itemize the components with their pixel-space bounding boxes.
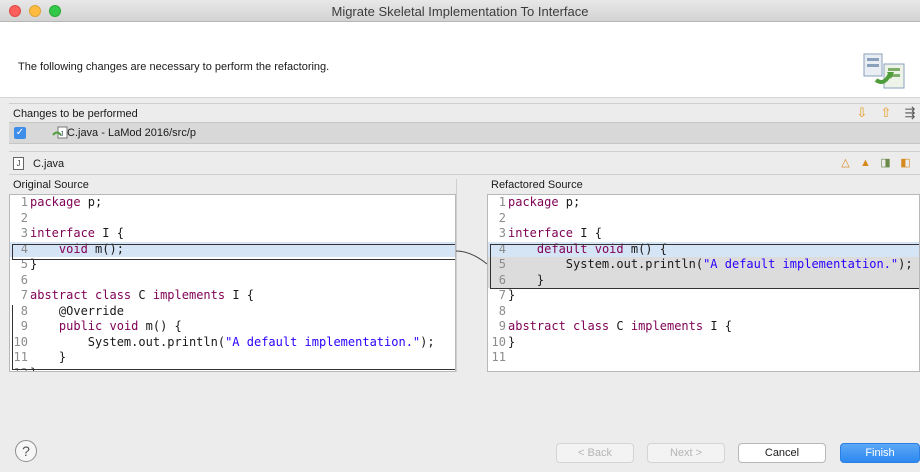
change-checkbox[interactable]: ✓ [14, 127, 26, 139]
button-bar: ? < Back Next > Cancel Finish [0, 372, 920, 472]
code-line: 7 abstract class C implements I { [20, 288, 254, 302]
code-line: 2 [498, 210, 506, 225]
diff-region-box [12, 244, 455, 260]
original-source-pane[interactable]: 1 package p; 2 3 interface I { 4 void m();… [9, 194, 456, 372]
previous-change-arrow-icon[interactable]: ⇧ [879, 106, 893, 120]
code-line: 7} [498, 288, 516, 302]
svg-text:J: J [60, 131, 64, 138]
code-line: 6 [20, 272, 28, 287]
code-line: 3 interface I { [498, 226, 602, 240]
cancel-button[interactable]: Cancel [738, 443, 826, 463]
original-source-label: Original Source [13, 179, 89, 191]
refactored-source-pane[interactable]: 1 package p; 2 3 interface I { 4 default v… [487, 194, 920, 372]
changes-label: Changes to be performed [13, 108, 138, 120]
refactor-wizard-icon [863, 53, 905, 89]
header-message: The following changes are necessary to p… [18, 61, 330, 73]
code-line: 3 interface I { [20, 226, 124, 240]
code-line: 11 [491, 350, 506, 364]
diff-region-box [12, 305, 455, 370]
help-icon[interactable]: ? [15, 440, 37, 462]
code-line: 10} [491, 334, 516, 349]
changes-section-header: Changes to be performed ⇩ ⇧ ⇶ [9, 103, 920, 122]
diff-region-box [490, 244, 919, 289]
wizard-header: The following changes are necessary to p… [0, 22, 920, 98]
next-change-arrow-icon[interactable]: ⇩ [855, 106, 869, 120]
compare-file-header: J C.java △ ▲ ◨ ◧ [9, 151, 920, 175]
window-title: Migrate Skeletal Implementation To Inter… [331, 4, 589, 19]
changes-tree[interactable]: ✓ J C.java - LaMod 2016/src/p [9, 122, 920, 144]
code-line: 1 package p; [20, 195, 103, 209]
back-button[interactable]: < Back [556, 443, 634, 463]
diff-connector-lines [456, 250, 487, 265]
refactoring-dialog: Migrate Skeletal Implementation To Inter… [0, 0, 920, 472]
refactored-source-label: Refactored Source [491, 179, 583, 191]
code-line: 8 [498, 303, 506, 318]
next-difference-icon[interactable]: △ [838, 156, 853, 171]
finish-button[interactable]: Finish [840, 443, 920, 463]
previous-difference-icon[interactable]: ▲ [858, 156, 873, 171]
title-bar: Migrate Skeletal Implementation To Inter… [0, 0, 920, 22]
java-file-icon: J [13, 157, 24, 170]
copy-left-icon[interactable]: ◨ [878, 156, 893, 171]
code-line: 9 abstract class C implements I { [498, 319, 732, 333]
compare-file-name: C.java [33, 158, 65, 170]
java-file-change-icon: J [52, 126, 68, 139]
code-line: 2 [20, 210, 28, 225]
next-button[interactable]: Next > [647, 443, 725, 463]
code-line: 1 package p; [498, 195, 581, 209]
change-item-label[interactable]: C.java - LaMod 2016/src/p [67, 127, 196, 139]
filter-changes-icon[interactable]: ⇶ [903, 106, 917, 120]
copy-right-icon[interactable]: ◧ [898, 156, 913, 171]
